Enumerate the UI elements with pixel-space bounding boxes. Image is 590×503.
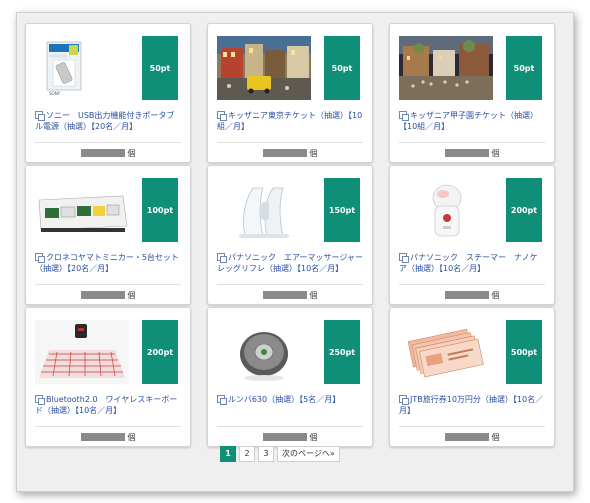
- product-title[interactable]: ルンバ630（抽選）【5名／月】: [217, 394, 363, 405]
- document-icon: [399, 253, 409, 263]
- page-3-button[interactable]: 3: [258, 446, 274, 462]
- document-icon: [217, 395, 227, 405]
- points-badge: 200pt: [142, 320, 178, 384]
- robot-vacuum-image[interactable]: [217, 320, 311, 384]
- product-card[interactable]: 500pt JTB旅行券10万円分（抽選）【10名／月】 個: [389, 307, 555, 447]
- kidzania-tokyo-photo[interactable]: [217, 36, 311, 100]
- document-icon: [399, 395, 409, 405]
- document-icon: [217, 111, 227, 121]
- product-title[interactable]: クロネコヤマトミニカー・5台セット（抽選）【20名／月】: [35, 252, 181, 274]
- minicar-set-image[interactable]: [35, 178, 129, 242]
- price-unit: 個: [491, 149, 500, 158]
- document-icon: [35, 111, 45, 121]
- divider: [35, 426, 181, 427]
- product-title[interactable]: ソニー USB出力機能付きポータブル電源（抽選）【20名／月】: [35, 110, 181, 132]
- points-badge: 50pt: [142, 36, 178, 100]
- product-link[interactable]: JTB旅行券10万円分（抽選）【10名／月】: [399, 395, 543, 415]
- product-title[interactable]: Bluetooth2.0 ワイヤレスキーボード（抽選）【10名／月】: [35, 394, 181, 416]
- price-redacted-bar: [262, 433, 307, 441]
- points-badge: 150pt: [324, 178, 360, 242]
- page-1-button[interactable]: 1: [220, 446, 236, 462]
- product-card[interactable]: 50pt キッザニア東京チケット（抽選）【10組／月】 個: [207, 23, 373, 163]
- document-icon: [35, 253, 45, 263]
- price-redacted-bar: [444, 291, 489, 299]
- product-card[interactable]: 200pt パナソニック スチーマー ナノケア（抽選）【10名／月】 個: [389, 165, 555, 305]
- price-unit: 個: [127, 291, 136, 300]
- facial-steamer-image[interactable]: [399, 178, 493, 242]
- product-link[interactable]: ルンバ630（抽選）【5名／月】: [228, 395, 340, 404]
- kidzania-koshien-photo[interactable]: [399, 36, 493, 100]
- leg-massager-image[interactable]: [217, 178, 311, 242]
- document-icon: [217, 253, 227, 263]
- price-row: 個: [390, 432, 554, 442]
- document-icon: [35, 395, 45, 405]
- product-card[interactable]: SONY 50pt ソニー USB出力機能付きポータブル電源（抽選）【20名／月…: [25, 23, 191, 163]
- product-link[interactable]: ソニー USB出力機能付きポータブル電源（抽選）【20名／月】: [35, 111, 174, 131]
- product-link[interactable]: キッザニア甲子園チケット（抽選）【10組／月】: [399, 111, 538, 131]
- document-icon: [399, 111, 409, 121]
- price-row: 個: [26, 148, 190, 158]
- product-title[interactable]: キッザニア甲子園チケット（抽選）【10組／月】: [399, 110, 545, 132]
- price-row: 個: [208, 290, 372, 300]
- divider: [399, 284, 545, 285]
- price-row: 個: [390, 290, 554, 300]
- divider: [399, 142, 545, 143]
- next-page-button[interactable]: 次のページへ»: [277, 446, 340, 462]
- product-card[interactable]: 250pt ルンバ630（抽選）【5名／月】 個: [207, 307, 373, 447]
- product-link[interactable]: パナソニック エアーマッサージャー レッグリフレ（抽選）【10名／月】: [217, 253, 371, 273]
- price-unit: 個: [309, 149, 318, 158]
- price-redacted-bar: [80, 433, 125, 441]
- price-unit: 個: [309, 433, 318, 442]
- price-unit: 個: [491, 291, 500, 300]
- price-row: 個: [26, 290, 190, 300]
- price-row: 個: [26, 432, 190, 442]
- product-card[interactable]: 150pt パナソニック エアーマッサージャー レッグリフレ（抽選）【10名／月…: [207, 165, 373, 305]
- product-link[interactable]: キッザニア東京チケット（抽選）【10組／月】: [217, 111, 362, 131]
- price-redacted-bar: [262, 149, 307, 157]
- price-unit: 個: [127, 433, 136, 442]
- product-title[interactable]: キッザニア東京チケット（抽選）【10組／月】: [217, 110, 363, 132]
- divider: [35, 284, 181, 285]
- price-row: 個: [208, 432, 372, 442]
- price-redacted-bar: [262, 291, 307, 299]
- price-redacted-bar: [444, 433, 489, 441]
- price-unit: 個: [127, 149, 136, 158]
- divider: [217, 426, 363, 427]
- price-unit: 個: [309, 291, 318, 300]
- divider: [399, 426, 545, 427]
- price-redacted-bar: [444, 149, 489, 157]
- product-title[interactable]: パナソニック スチーマー ナノケア（抽選）【10名／月】: [399, 252, 545, 274]
- product-link[interactable]: クロネコヤマトミニカー・5台セット（抽選）【20名／月】: [35, 253, 179, 273]
- product-link[interactable]: Bluetooth2.0 ワイヤレスキーボード（抽選）【10名／月】: [35, 395, 177, 415]
- product-title[interactable]: JTB旅行券10万円分（抽選）【10名／月】: [399, 394, 545, 416]
- svg-text:SONY: SONY: [49, 91, 61, 96]
- portable-battery-image[interactable]: SONY: [35, 36, 129, 100]
- points-badge: 50pt: [324, 36, 360, 100]
- page-2-button[interactable]: 2: [239, 446, 255, 462]
- points-badge: 250pt: [324, 320, 360, 384]
- product-card[interactable]: 50pt キッザニア甲子園チケット（抽選）【10組／月】 個: [389, 23, 555, 163]
- product-card[interactable]: 200pt Bluetooth2.0 ワイヤレスキーボード（抽選）【10名／月】…: [25, 307, 191, 447]
- divider: [217, 142, 363, 143]
- divider: [217, 284, 363, 285]
- points-badge: 50pt: [506, 36, 542, 100]
- points-badge: 100pt: [142, 178, 178, 242]
- price-unit: 個: [491, 433, 500, 442]
- catalog-panel: SONY 50pt ソニー USB出力機能付きポータブル電源（抽選）【20名／月…: [16, 12, 574, 492]
- product-title[interactable]: パナソニック エアーマッサージャー レッグリフレ（抽選）【10名／月】: [217, 252, 371, 274]
- pagination: 1 2 3 次のページへ»: [220, 446, 340, 462]
- laser-keyboard-image[interactable]: [35, 320, 129, 384]
- points-badge: 200pt: [506, 178, 542, 242]
- price-row: 個: [390, 148, 554, 158]
- travel-voucher-image[interactable]: [399, 320, 493, 384]
- price-redacted-bar: [80, 149, 125, 157]
- points-badge: 500pt: [506, 320, 542, 384]
- product-card[interactable]: 100pt クロネコヤマトミニカー・5台セット（抽選）【20名／月】 個: [25, 165, 191, 305]
- price-row: 個: [208, 148, 372, 158]
- price-redacted-bar: [80, 291, 125, 299]
- divider: [35, 142, 181, 143]
- product-link[interactable]: パナソニック スチーマー ナノケア（抽選）【10名／月】: [399, 253, 538, 273]
